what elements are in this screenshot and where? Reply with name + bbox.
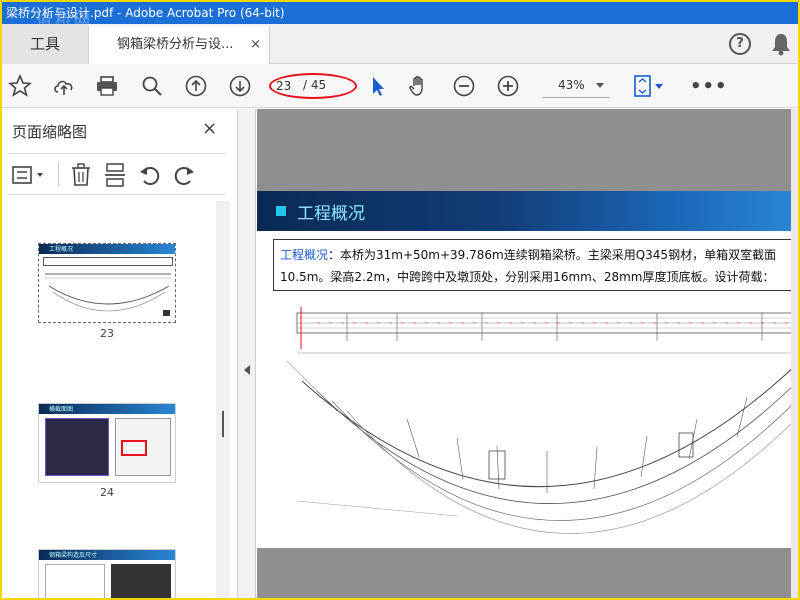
thumbnail-scrollbar[interactable]	[216, 201, 230, 598]
scrollbar-grip[interactable]	[222, 411, 224, 437]
thumbnail-textbox	[43, 257, 173, 266]
chevron-down-icon	[596, 83, 604, 88]
panel-title: 页面缩略图	[12, 123, 88, 141]
pdf-page: 工程概况 工程概况：本桥为31m+50m+39.786m连续钢箱梁桥。主梁采用Q…	[257, 191, 798, 548]
help-icon[interactable]: ?	[729, 33, 751, 55]
page-navigator: / 45	[269, 73, 357, 99]
thumbnail-list: 工程概况 23 横截面图 24 钢箱梁构造及尺寸	[2, 197, 230, 598]
thumbnail-toolbar	[8, 153, 226, 195]
rotate-right-icon[interactable]	[172, 163, 196, 187]
zoom-search-icon[interactable]	[140, 74, 164, 98]
rotate-left-icon[interactable]	[138, 163, 162, 187]
watermark-text: 道桥网	[36, 11, 94, 24]
select-cursor-icon[interactable]	[366, 74, 390, 98]
toolbar-divider	[58, 162, 59, 186]
more-options-icon[interactable]: •••	[690, 76, 728, 97]
print-icon[interactable]	[95, 74, 119, 98]
bell-icon[interactable]	[770, 32, 792, 56]
overview-line-1: 工程概况：本桥为31m+50m+39.786m连续钢箱梁桥。主梁采用Q345钢材…	[280, 244, 796, 266]
fit-page-icon[interactable]	[632, 74, 666, 98]
app-window: 梁桥分析与设计.pdf - Adobe Acrobat Pro (64-bit)…	[0, 0, 800, 600]
overview-line-2: 10.5m。梁高2.2m，中跨跨中及墩顶处，分别采用16mm、28mm厚度顶底板…	[280, 270, 775, 284]
page-up-icon[interactable]	[184, 74, 208, 98]
panel-collapse-strip[interactable]	[238, 109, 256, 598]
thumbnail-page-23[interactable]: 工程概况	[38, 243, 176, 323]
zoom-value: 43%	[558, 78, 585, 92]
page-down-icon[interactable]	[228, 74, 252, 98]
thumbnail-panel: 页面缩略图 × 工程概况 23 横截面图 24 钢箱梁构造及尺寸	[2, 109, 238, 598]
tab-bar: 工具 钢箱梁桥分析与设... × ?	[2, 24, 798, 64]
thumbnail-options-icon[interactable]	[12, 165, 48, 185]
zoom-in-icon[interactable]	[496, 74, 520, 98]
thumbnail-red-box	[121, 440, 147, 456]
upload-cloud-icon[interactable]	[52, 74, 76, 98]
zoom-out-icon[interactable]	[452, 74, 476, 98]
thumbnail-page-24[interactable]: 横截面图	[38, 403, 176, 483]
thumbnail-heading: 横截面图	[49, 406, 74, 413]
zoom-dropdown[interactable]: 43%	[542, 74, 610, 98]
overview-text-1: ：本桥为31m+50m+39.786m连续钢箱梁桥。主梁采用Q345钢材，单箱双…	[328, 248, 777, 262]
bookmark-star-icon[interactable]	[8, 74, 32, 98]
document-scrollbar[interactable]	[791, 109, 798, 598]
main-toolbar: / 45 43% •••	[2, 64, 798, 108]
highlight-ellipse	[269, 73, 357, 99]
document-view: 工程概况 工程概况：本桥为31m+50m+39.786m连续钢箱梁桥。主梁采用Q…	[257, 109, 798, 598]
hand-tool-icon[interactable]	[407, 74, 431, 98]
bullet-square-icon	[276, 206, 286, 216]
bridge-plan-drawing	[286, 307, 798, 534]
overview-label: 工程概况	[280, 248, 329, 262]
thumbnail-table	[111, 564, 171, 598]
tab-document-label: 钢箱梁桥分析与设...	[117, 37, 234, 52]
overview-text-box: 工程概况：本桥为31m+50m+39.786m连续钢箱梁桥。主梁采用Q345钢材…	[273, 239, 798, 291]
thumbnail-drawing	[45, 273, 171, 316]
thumbnail-heading: 钢箱梁构造及尺寸	[49, 552, 98, 559]
thumbnail-page-number: 23	[100, 327, 114, 340]
section-title: 工程概况	[297, 204, 365, 224]
chevron-left-icon[interactable]	[244, 365, 250, 375]
tab-close-icon[interactable]: ×	[250, 26, 261, 64]
thumbnail-diagram	[45, 564, 105, 598]
delete-page-icon[interactable]	[70, 163, 92, 187]
tab-document[interactable]: 钢箱梁桥分析与设... ×	[88, 26, 270, 64]
tab-tools[interactable]: 工具	[2, 24, 88, 64]
thumbnail-image-left	[45, 418, 109, 476]
panel-close-icon[interactable]: ×	[202, 118, 217, 139]
thumbnail-page-number: 24	[100, 486, 114, 499]
thumbnail-heading: 工程概况	[49, 246, 74, 253]
insert-page-icon[interactable]	[104, 163, 126, 187]
thumbnail-page-25[interactable]: 钢箱梁构造及尺寸	[38, 549, 176, 598]
window-titlebar: 梁桥分析与设计.pdf - Adobe Acrobat Pro (64-bit)…	[2, 2, 798, 24]
section-header-banner: 工程概况	[257, 191, 798, 231]
